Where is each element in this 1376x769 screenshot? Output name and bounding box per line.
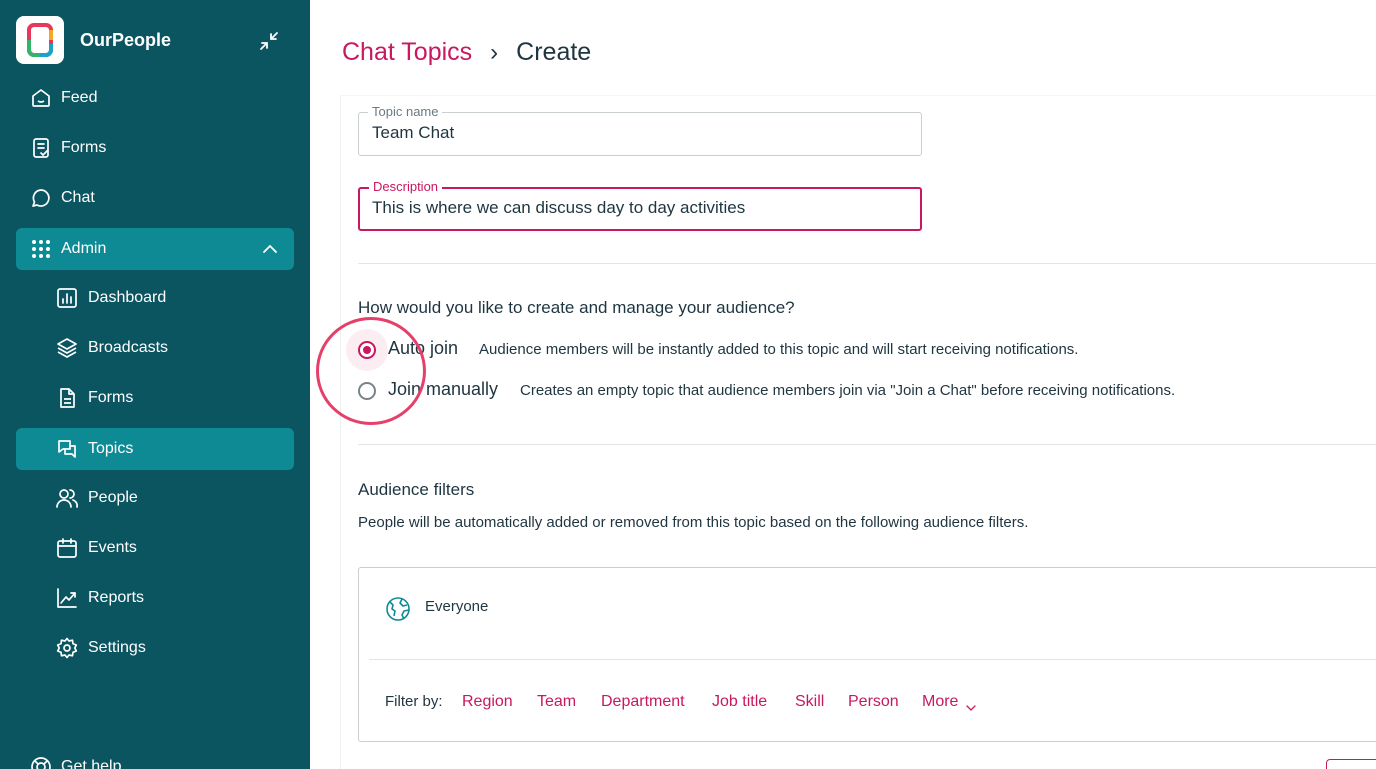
divider — [358, 263, 1376, 264]
sidebar-item-dashboard[interactable]: Dashboard — [16, 277, 294, 319]
radio-join-manually[interactable]: Join manually Creates an empty topic tha… — [358, 378, 1358, 404]
audience-filters-title: Audience filters — [358, 480, 475, 499]
breadcrumb-separator: › — [490, 38, 499, 66]
filter-by-label: Filter by: — [385, 693, 443, 710]
breadcrumb-current: Create — [516, 38, 592, 66]
radio-button-unchecked[interactable] — [358, 382, 376, 400]
everyone-label: Everyone — [425, 598, 489, 615]
audience-filters-description: People will be automatically added or re… — [358, 514, 1029, 531]
layers-icon — [56, 337, 78, 359]
description-field[interactable]: Description — [358, 179, 922, 231]
app-logo[interactable] — [16, 16, 64, 64]
sidebar-item-label: Topics — [88, 440, 134, 457]
filter-skill-link[interactable]: Skill — [795, 693, 824, 711]
topic-name-input[interactable] — [372, 123, 912, 143]
radio-description: Creates an empty topic that audience mem… — [520, 382, 1176, 399]
sidebar-item-topics[interactable]: Topics — [16, 428, 294, 470]
sidebar-item-label: Dashboard — [88, 289, 167, 306]
calendar-icon — [56, 537, 78, 559]
breadcrumb: Chat Topics › Create — [342, 38, 591, 67]
get-help-label: Get help — [61, 758, 122, 769]
sidebar-item-label: Feed — [61, 89, 98, 106]
filter-person-link[interactable]: Person — [848, 693, 899, 711]
radio-label: Auto join — [388, 338, 459, 358]
audience-question: How would you like to create and manage … — [358, 298, 795, 317]
sidebar-item-people[interactable]: People — [16, 477, 294, 519]
radio-auto-join[interactable]: Auto join Audience members will be insta… — [346, 329, 1358, 371]
sidebar-item-feed[interactable]: Feed — [16, 77, 294, 119]
form-check-icon — [30, 137, 52, 159]
sidebar-item-label: Admin — [61, 240, 107, 257]
chat-bubbles-icon — [56, 438, 78, 460]
sidebar-item-label: Forms — [88, 389, 134, 406]
filter-team-link[interactable]: Team — [537, 693, 576, 711]
topic-name-label: Topic name — [368, 104, 443, 119]
audience-filter-box: Everyone Filter by: Region Team Departme… — [358, 567, 1376, 742]
bar-chart-icon — [56, 287, 78, 309]
sidebar-item-settings[interactable]: Settings — [16, 627, 294, 669]
sidebar-item-label: People — [88, 489, 138, 506]
sidebar-item-events[interactable]: Events — [16, 527, 294, 569]
radio-button-checked[interactable] — [358, 341, 376, 359]
sidebar-item-reports[interactable]: Reports — [16, 577, 294, 619]
divider — [369, 659, 1376, 660]
divider — [358, 444, 1376, 445]
collapse-icon[interactable] — [256, 28, 282, 54]
sidebar-item-label: Settings — [88, 639, 146, 656]
sidebar-item-broadcasts[interactable]: Broadcasts — [16, 327, 294, 369]
trend-chart-icon — [56, 587, 78, 609]
sidebar-item-chat[interactable]: Chat — [16, 177, 294, 219]
filter-job-title-link[interactable]: Job title — [712, 693, 767, 711]
brand: OurPeople — [16, 16, 296, 66]
sidebar-item-admin[interactable]: Admin — [16, 228, 294, 270]
lifebuoy-icon — [30, 756, 52, 769]
sidebar-item-forms[interactable]: Forms — [16, 127, 294, 169]
bottom-action-button[interactable] — [1326, 759, 1376, 769]
filter-more-link[interactable]: More — [922, 693, 958, 711]
sidebar-item-label: Broadcasts — [88, 339, 169, 356]
breadcrumb-chat-topics[interactable]: Chat Topics — [342, 38, 472, 67]
chevron-up-icon[interactable] — [262, 242, 278, 256]
globe-icon — [385, 596, 411, 622]
sidebar-item-label: Forms — [61, 139, 107, 156]
chevron-down-icon[interactable] — [965, 699, 977, 711]
sidebar: OurPeople Feed Forms Chat Admin Dashboar… — [0, 0, 310, 769]
gear-icon — [56, 637, 78, 659]
document-icon — [56, 387, 78, 409]
sidebar-item-label: Events — [88, 539, 137, 556]
sidebar-item-admin-forms[interactable]: Forms — [16, 377, 294, 419]
description-input[interactable] — [372, 198, 912, 218]
filter-region-link[interactable]: Region — [462, 693, 513, 711]
sidebar-item-label: Chat — [61, 189, 95, 206]
topic-name-field[interactable]: Topic name — [358, 104, 922, 156]
radio-description: Audience members will be instantly added… — [479, 341, 1079, 358]
home-icon — [30, 87, 52, 109]
description-label: Description — [369, 179, 443, 194]
people-icon — [56, 487, 78, 509]
radio-label: Join manually — [388, 379, 499, 399]
sidebar-item-label: Reports — [88, 589, 145, 606]
filter-department-link[interactable]: Department — [601, 693, 685, 711]
app-name: OurPeople — [80, 30, 172, 50]
chat-bubble-icon — [30, 187, 52, 209]
grid-dots-icon — [30, 238, 52, 260]
